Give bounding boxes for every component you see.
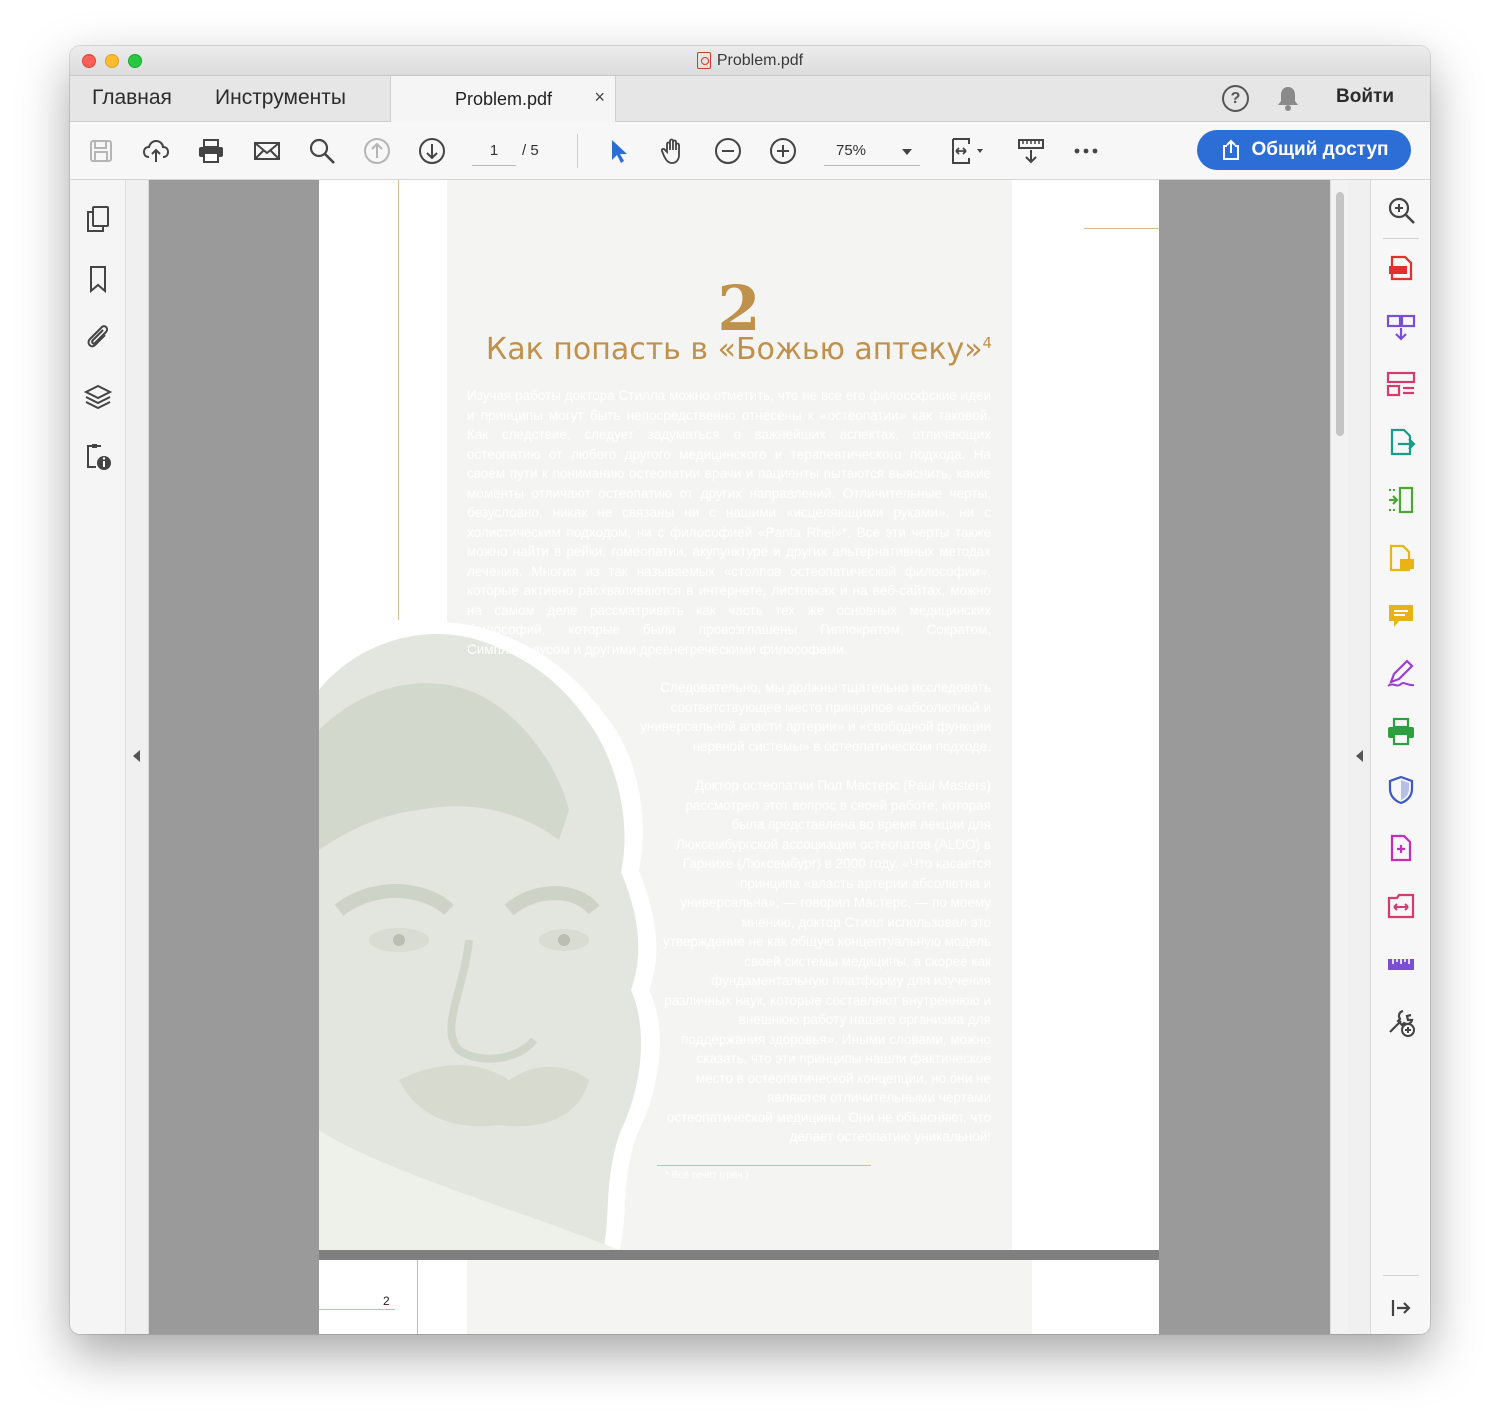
page-separator [319,1250,1159,1260]
footnote-rule [657,1165,871,1166]
measure-icon[interactable] [1385,948,1417,980]
page-total: / 5 [522,142,539,159]
print-production-icon[interactable] [1385,716,1417,748]
chevron-left-icon [133,750,140,762]
close-tab-icon[interactable]: × [594,87,605,108]
collapse-rail-icon[interactable] [1385,1292,1417,1324]
pdf-file-icon [696,52,711,69]
window-controls [82,54,142,68]
more-tools-icon[interactable] [1385,1006,1417,1038]
chevron-down-icon [902,149,912,155]
page-decor-rule [417,1260,418,1334]
fit-page-icon[interactable] [944,134,992,168]
share-icon [1222,139,1239,160]
print-icon[interactable] [194,134,228,168]
right-panel-toggle[interactable] [1348,180,1371,1334]
comment-icon[interactable] [1385,600,1417,632]
tab-tools[interactable]: Инструменты [215,76,346,122]
vertical-scrollbar[interactable] [1330,180,1348,1334]
edit-icon[interactable] [1385,484,1417,516]
bookmark-icon[interactable] [83,264,113,294]
chapter-title-text: Как попасть в «Божью аптеку» [485,332,983,367]
layers-icon[interactable] [83,382,113,412]
properties-icon[interactable] [83,442,113,472]
tab-bar: Главная Инструменты Problem.pdf × ? Войт… [70,76,1430,123]
share-button[interactable]: Общий доступ [1197,130,1411,170]
pdf-page-2: 2 [319,1260,1159,1334]
page-down-icon[interactable] [415,134,449,168]
scroll-mode-icon[interactable] [1014,134,1048,168]
more-icon[interactable] [1069,134,1103,168]
left-navigation-rail [70,180,126,1334]
export-icon[interactable] [1385,426,1417,458]
sign-icon[interactable] [1385,658,1417,690]
rail-divider [1383,238,1419,239]
page-number-label: 2 [383,1294,390,1308]
sign-in-button[interactable]: Войти [1336,86,1394,108]
zoom-out-icon[interactable] [711,134,745,168]
window-title: Problem.pdf [696,51,804,70]
tab-document[interactable]: Problem.pdf × [390,76,616,123]
hand-tool-icon[interactable] [656,134,690,168]
page-decor-rule [398,180,399,620]
tab-document-label: Problem.pdf [455,89,553,109]
scrollbar-thumb[interactable] [1336,192,1344,436]
share-label: Общий доступ [1251,139,1389,160]
main-toolbar: 1 / 5 75% Общий доступ [70,122,1430,180]
create-pdf-icon[interactable] [1385,252,1417,284]
page-number-input[interactable]: 1 [472,136,516,166]
minimize-window-button[interactable] [105,54,119,68]
compare-icon[interactable] [1385,890,1417,922]
paragraph: Изучая работы доктора Стилла можно отмет… [467,388,991,657]
select-cursor-icon[interactable] [601,134,635,168]
app-window: Problem.pdf Главная Инструменты Problem.… [70,46,1430,1334]
comment-doc-icon[interactable] [1385,542,1417,574]
paragraph: Доктор остеопатии Пол Мастерс (Paul Mast… [662,778,991,1144]
right-tools-rail [1371,180,1430,1334]
toolbar-divider [577,134,578,168]
upload-cloud-icon[interactable] [139,134,173,168]
tab-home[interactable]: Главная [92,76,172,122]
zoom-in-icon[interactable] [766,134,800,168]
page-decor-rule [1084,228,1159,229]
window-title-text: Problem.pdf [716,51,804,69]
maximize-window-button[interactable] [128,54,142,68]
title-bar: Problem.pdf [70,46,1430,76]
page-up-icon[interactable] [360,134,394,168]
attachment-icon[interactable] [83,322,113,352]
page-content-panel [467,1260,1032,1334]
zoom-select[interactable]: 75% [824,136,920,166]
mail-icon[interactable] [250,134,284,168]
pdf-page-1: 2 Как попасть в «Божью аптеку»4 Изучая р… [319,180,1159,1250]
page-decor-rule [319,1309,395,1310]
search-zoom-icon[interactable] [1385,194,1417,226]
protect-icon[interactable] [1385,774,1417,806]
bell-icon[interactable] [1275,84,1301,112]
paragraph: Следовательно, мы должны тщательно иссле… [640,680,991,754]
search-icon[interactable] [305,134,339,168]
left-panel-toggle[interactable] [126,180,149,1334]
chapter-footnote-mark: 4 [982,334,993,352]
close-window-button[interactable] [82,54,96,68]
pages-icon[interactable] [83,204,113,234]
organize-icon[interactable] [1385,368,1417,400]
save-icon[interactable] [84,134,118,168]
chapter-title: Как попасть в «Божью аптеку»4 [319,332,1159,367]
combine-icon[interactable] [1385,310,1417,342]
footnote: * Всё течёт (греч.) [665,1170,749,1181]
document-view[interactable]: 2 Как попасть в «Божью аптеку»4 Изучая р… [149,180,1330,1334]
zoom-value: 75% [836,142,867,159]
rail-divider [1383,1275,1419,1276]
rich-media-icon[interactable] [1385,832,1417,864]
chevron-left-icon [1356,750,1363,762]
help-icon[interactable]: ? [1222,85,1249,112]
